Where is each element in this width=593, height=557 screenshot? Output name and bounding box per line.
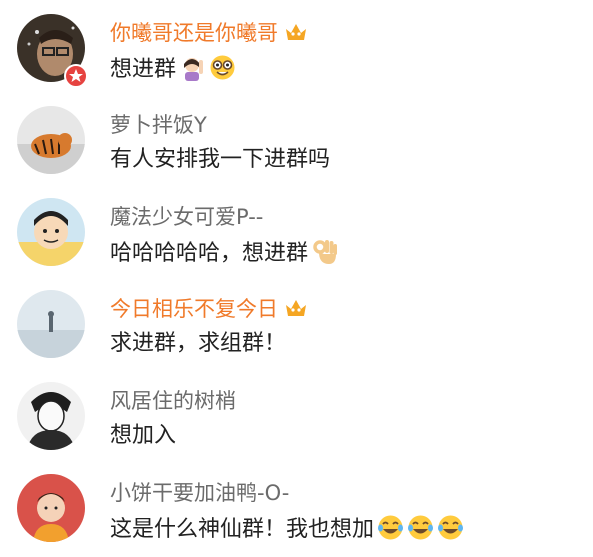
nerd-face-icon xyxy=(210,55,235,80)
ok-hand-icon xyxy=(313,240,338,264)
woman-raising-hand-icon xyxy=(184,58,204,81)
username[interactable]: 魔法少女可爱P-- xyxy=(110,204,263,230)
comment-item[interactable]: 今日相乐不复今日 求进群，求组群！ xyxy=(0,286,593,378)
crown-icon xyxy=(286,300,306,316)
comment-body: 有人安排我一下进群吗 xyxy=(110,147,331,172)
username[interactable]: 今日相乐不复今日 xyxy=(110,296,308,322)
comment-item[interactable]: 小饼干要加油鸭-O- 这是什么神仙群！我也想加 xyxy=(0,470,593,557)
comment-item[interactable]: 风居住的树梢 想加入 xyxy=(0,378,593,470)
crown-icon xyxy=(286,24,306,40)
crying-laughing-icon xyxy=(438,515,464,540)
comment-body: 想进群 xyxy=(110,57,177,82)
comment-body: 求进群，求组群！ xyxy=(110,331,287,356)
comment-list: 你曦哥还是你曦哥 想进群 萝卜拌饭Y 有人安排我一下进群吗 魔法少女可爱P-- … xyxy=(0,0,593,557)
username[interactable]: 风居住的树梢 xyxy=(110,388,236,414)
crying-laughing-icon xyxy=(408,515,434,540)
comment-text: 想加入 xyxy=(110,422,176,450)
comment-item[interactable]: 你曦哥还是你曦哥 想进群 xyxy=(0,10,593,102)
comment-text: 有人安排我一下进群吗 xyxy=(110,146,330,174)
comment-body: 这是什么神仙群！我也想加 xyxy=(110,517,375,542)
username[interactable]: 你曦哥还是你曦哥 xyxy=(110,20,308,46)
user-avatar[interactable] xyxy=(17,382,85,450)
comment-item[interactable]: 魔法少女可爱P-- 哈哈哈哈哈，想进群 xyxy=(0,194,593,286)
username[interactable]: 萝卜拌饭Y xyxy=(110,112,207,138)
username[interactable]: 小饼干要加油鸭-O- xyxy=(110,480,289,506)
comment-text: 哈哈哈哈哈，想进群 xyxy=(110,238,338,268)
crying-laughing-icon xyxy=(378,515,404,540)
comment-text: 求进群，求组群！ xyxy=(110,330,286,358)
user-avatar[interactable] xyxy=(17,474,85,542)
user-avatar[interactable] xyxy=(17,290,85,358)
comment-text: 这是什么神仙群！我也想加 xyxy=(110,514,464,544)
username-text[interactable]: 今日相乐不复今日 xyxy=(110,297,278,321)
comment-body: 想加入 xyxy=(110,423,177,448)
verified-badge xyxy=(64,64,88,88)
comment-item[interactable]: 萝卜拌饭Y 有人安排我一下进群吗 xyxy=(0,102,593,194)
comment-text: 想进群 xyxy=(110,54,236,84)
comment-body: 哈哈哈哈哈，想进群 xyxy=(110,241,309,266)
user-avatar[interactable] xyxy=(17,198,85,266)
user-avatar[interactable] xyxy=(17,106,85,174)
username-text[interactable]: 你曦哥还是你曦哥 xyxy=(110,21,278,45)
star-badge-icon xyxy=(69,69,83,82)
